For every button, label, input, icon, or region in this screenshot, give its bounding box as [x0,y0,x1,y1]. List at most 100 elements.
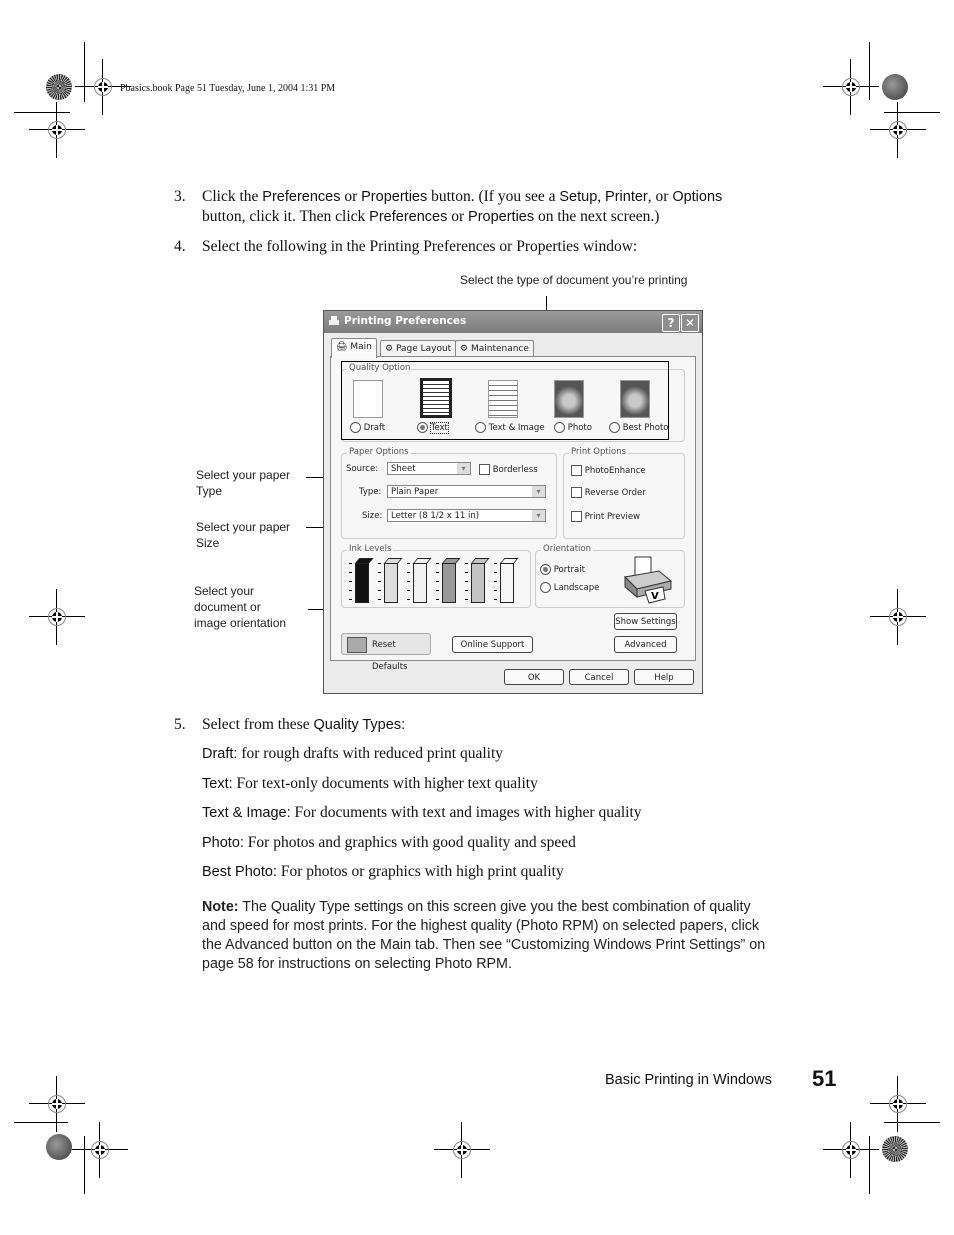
crosshair-icon [823,1122,879,1178]
text-doc-icon [420,378,452,418]
reverse-order-checkbox[interactable]: Reverse Order [571,487,646,498]
close-button[interactable]: ✕ [681,314,699,332]
cancel-button[interactable]: Cancel [569,669,629,685]
advanced-button[interactable]: Advanced [614,636,677,653]
text-image-doc-icon [488,380,518,418]
quality-option-best-photo[interactable]: Best Photo [609,422,668,433]
tab-page-layout[interactable]: ⚙ Page Layout [380,340,457,357]
reset-defaults-button[interactable]: Reset Defaults [341,633,431,672]
online-support-button[interactable]: Online Support [452,636,533,653]
borderless-checkbox[interactable]: Borderless [479,464,538,475]
radio-button[interactable] [540,564,551,575]
page-layout-icon: ⚙ [385,344,394,354]
quality-type-desc: for rough drafts with reduced print qual… [237,745,504,762]
ink-scale-ticks [349,563,352,601]
ui-term: Properties [468,209,535,225]
radio-button[interactable] [475,422,486,433]
quality-type-item: Text & Image: For documents with text an… [202,804,642,822]
printer-icon [329,316,339,325]
note-text: The Quality Type settings on this screen… [202,899,766,972]
crosshair-icon [823,59,879,115]
quality-type-name: Photo: [202,834,244,851]
radio-button[interactable] [609,422,620,433]
group-label: Paper Options [347,447,411,457]
reset-icon [347,637,367,653]
quality-option-text-image[interactable]: Text & Image [475,422,545,433]
checkbox[interactable] [571,465,582,476]
tab-main[interactable]: 🖨 Main [331,338,377,358]
crosshair-icon [29,102,85,158]
source-value: Sheet [391,464,416,474]
option-label: Landscape [553,583,600,593]
radio-button[interactable] [554,422,565,433]
option-label: Draft [363,423,386,433]
callout-orientation: Select your document or image orientatio… [194,583,286,631]
step-text: button. (If you see a [427,188,560,205]
checkbox[interactable] [479,464,490,475]
ink-cartridge [471,563,485,603]
tab-label: Main [350,342,372,352]
color-target-icon [46,74,72,100]
crosshair-icon [29,1076,85,1132]
quality-type-desc: For documents with text and images with … [290,804,642,821]
button-label: Reset Defaults [372,640,408,672]
main-tab-panel: Quality Option Draft Text Text & Image P… [330,356,696,672]
radio-button[interactable] [417,422,428,433]
crosshair-icon [870,589,926,645]
option-label: Reverse Order [584,488,646,498]
quality-option-text[interactable]: Text [417,422,449,434]
paper-type-value: Plain Paper [391,487,439,497]
quality-type-item: Best Photo: For photos or graphics with … [202,863,564,881]
paper-size-select[interactable]: Letter (8 1/2 x 11 in) ▾ [387,509,546,522]
chevron-down-icon: ▾ [532,510,545,521]
quality-option-photo[interactable]: Photo [554,422,592,433]
radio-button[interactable] [540,582,551,593]
printer-illustration-icon: V [623,556,673,604]
paper-type-select[interactable]: Plain Paper ▾ [387,485,546,498]
checkbox[interactable] [571,511,582,522]
orientation-landscape[interactable]: Landscape [540,582,599,593]
help-title-button[interactable]: ? [662,314,680,332]
callout-text: Size [196,536,220,550]
callout-text: Type [196,484,223,498]
print-preview-checkbox[interactable]: Print Preview [571,511,640,522]
svg-text:V: V [651,591,659,602]
callout-paper-size: Select your paper Size [196,519,290,551]
ok-button[interactable]: OK [504,669,564,685]
footer-section-title: Basic Printing in Windows [605,1072,772,1088]
checkbox[interactable] [571,487,582,498]
tab-maintenance[interactable]: ⚙ Maintenance [455,340,534,357]
color-target-icon [882,74,908,100]
help-button[interactable]: Help [634,669,694,685]
best-photo-doc-icon [620,380,650,418]
step-text: Select the following in the Printing Pre… [202,238,638,255]
step-text: or [447,208,469,225]
ui-term: Preferences [262,189,341,205]
quality-type-name: Draft: [202,746,238,762]
note-paragraph: Note: The Quality Type settings on this … [202,898,772,974]
ui-term: Setup [559,189,598,205]
ui-term: Properties [361,189,428,205]
option-label: Print Preview [584,512,641,522]
show-settings-button[interactable]: Show Settings [614,613,677,630]
callout-document-type: Select the type of document you’re print… [460,273,688,287]
quality-option-draft[interactable]: Draft [350,422,385,433]
note-label: Note: [202,899,239,915]
source-select[interactable]: Sheet ▾ [387,462,471,475]
photo-doc-icon [554,380,584,418]
ink-scale-ticks [378,563,381,601]
option-label: PhotoEnhance [584,466,646,476]
orientation-portrait[interactable]: Portrait [540,564,585,575]
radio-button[interactable] [350,422,361,433]
group-label: Orientation [541,544,593,554]
color-target-icon [46,1134,72,1160]
size-label: Size: [362,511,383,521]
paper-size-value: Letter (8 1/2 x 11 in) [391,511,480,521]
ink-cartridge [500,563,514,603]
photoenhance-checkbox[interactable]: PhotoEnhance [571,465,646,476]
ink-scale-ticks [465,563,468,601]
quality-type-name: Best Photo: [202,864,277,880]
ink-scale-ticks [494,563,497,601]
print-slug: Pbasics.book Page 51 Tuesday, June 1, 20… [120,83,336,94]
ink-cartridge [413,563,427,603]
